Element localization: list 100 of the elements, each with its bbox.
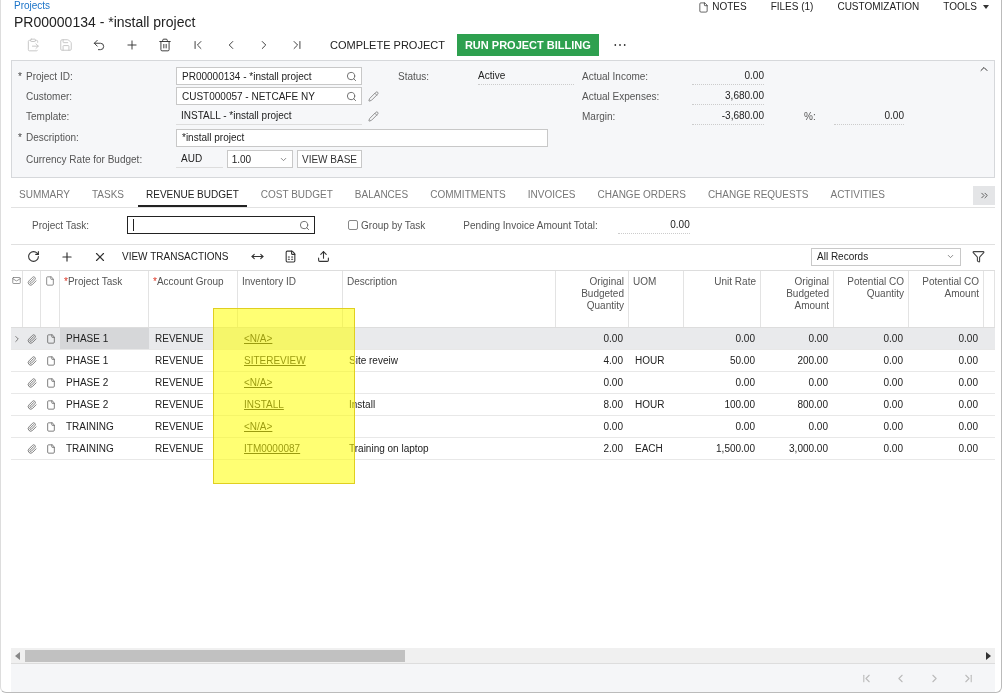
paperclip-icon[interactable] <box>27 333 37 344</box>
records-dropdown[interactable]: All Records <box>811 247 961 266</box>
table-cell: 8.00 <box>603 399 623 410</box>
upload-icon <box>316 250 330 263</box>
column-header[interactable]: Description <box>343 271 556 327</box>
breadcrumb-link[interactable]: Projects <box>14 0 196 11</box>
page-title: PR00000134 - *install project <box>14 13 196 31</box>
table-cell: REVENUE <box>155 377 204 388</box>
tab[interactable]: COST BUDGET <box>252 184 341 207</box>
paperclip-icon[interactable] <box>27 421 37 432</box>
table-cell: 1,500.00 <box>716 443 755 454</box>
column-header[interactable]: Potential CO Quantity <box>834 271 909 327</box>
table-cell: 800.00 <box>797 399 828 410</box>
plus-icon <box>59 249 74 264</box>
view-transactions-button[interactable]: VIEW TRANSACTIONS <box>116 251 235 262</box>
field-label: Currency Rate for Budget: <box>26 153 144 165</box>
header-link[interactable]: TOOLS <box>943 1 989 13</box>
column-header[interactable]: *Account Group <box>149 271 238 327</box>
paperclip-icon[interactable] <box>27 443 37 454</box>
table-cell: 200.00 <box>797 355 828 366</box>
mail-icon <box>12 276 21 285</box>
table-cell: TRAINING <box>66 421 114 432</box>
table-cell: 0.00 <box>958 443 978 454</box>
status-value: Active <box>478 67 574 85</box>
tab[interactable]: CHANGE REQUESTS <box>699 184 817 207</box>
toolbar-button[interactable]: COMPLETE PROJECT <box>322 34 453 56</box>
document-icon[interactable] <box>45 355 56 366</box>
field-label: Project ID: <box>26 70 74 82</box>
lookup-field[interactable]: CUST000057 - NETCAFE NY <box>176 87 362 105</box>
tab[interactable]: TASKS <box>83 184 132 207</box>
table-cell: 0.00 <box>603 421 623 432</box>
table-cell: 0.00 <box>808 377 828 388</box>
table-cell: 0.00 <box>883 377 903 388</box>
pencil-icon[interactable] <box>368 110 379 122</box>
table-cell: 0.00 <box>958 377 978 388</box>
more-button[interactable]: ⋯ <box>606 36 633 54</box>
field-label: Pending Invoice Amount Total: <box>463 219 598 231</box>
document-icon[interactable] <box>45 377 56 388</box>
table-cell: REVENUE <box>155 355 204 366</box>
tab[interactable]: INVOICES <box>519 184 584 207</box>
project-task-field[interactable] <box>127 216 316 234</box>
table-cell: 0.00 <box>735 377 755 388</box>
tab[interactable]: BALANCES <box>346 184 417 207</box>
column-header[interactable]: Unit Rate <box>684 271 761 327</box>
table-cell: HOUR <box>635 355 665 366</box>
required-mark: * <box>18 132 23 143</box>
field-label: Customer: <box>26 90 74 102</box>
more-tabs-button[interactable] <box>973 186 995 205</box>
tab[interactable]: REVENUE BUDGET <box>138 184 247 207</box>
column-header[interactable]: Original Budgeted Amount <box>761 271 834 327</box>
spreadsheet-icon <box>283 250 297 263</box>
field-label: Status: <box>398 70 431 82</box>
search-icon <box>299 219 311 231</box>
column-header[interactable]: Potential CO Amount <box>909 271 984 327</box>
table-cell: PHASE 2 <box>66 399 109 410</box>
table-cell: 0.00 <box>958 399 978 410</box>
group-by-task-checkbox[interactable]: Group by Task <box>348 219 426 231</box>
description-field[interactable]: *install project <box>176 128 548 147</box>
lookup-field[interactable]: PR00000134 - *install project <box>176 67 362 85</box>
table-cell: 0.00 <box>603 333 623 344</box>
table-cell: EACH <box>635 443 663 454</box>
column-header[interactable]: *Project Task <box>60 271 149 327</box>
pencil-icon[interactable] <box>368 90 379 102</box>
table-cell: REVENUE <box>155 333 204 344</box>
header-link[interactable]: FILES (1) <box>770 1 814 13</box>
column-header[interactable]: Original Budgeted Quantity <box>556 271 629 327</box>
document-icon <box>698 1 710 13</box>
tab[interactable]: ACTIVITIES <box>822 184 893 207</box>
table-cell: 0.00 <box>808 333 828 344</box>
tab[interactable]: CHANGE ORDERS <box>589 184 694 207</box>
table-cell: PHASE 1 <box>66 355 109 366</box>
header-link[interactable]: NOTES <box>698 1 747 13</box>
filter-icon <box>971 250 985 263</box>
document-icon[interactable] <box>45 443 56 454</box>
paperclip-icon[interactable] <box>27 377 37 388</box>
table-cell: 0.00 <box>958 421 978 432</box>
document-icon[interactable] <box>45 421 56 432</box>
view-base-button[interactable]: VIEW BASE <box>297 150 362 168</box>
column-header[interactable]: Inventory ID <box>238 271 343 327</box>
table-cell: HOUR <box>635 399 665 410</box>
table-cell: 50.00 <box>729 355 755 366</box>
template-value: INSTALL - *install project <box>176 107 362 125</box>
trash-icon <box>157 38 172 52</box>
tab[interactable]: SUMMARY <box>11 184 78 207</box>
column-header[interactable]: UOM <box>629 271 684 327</box>
document-icon[interactable] <box>45 399 56 410</box>
field-label: Template: <box>26 110 71 122</box>
currency-value: AUD <box>176 150 223 168</box>
table-cell: 4.00 <box>603 355 623 366</box>
rate-dropdown[interactable]: 1.00 <box>226 150 293 168</box>
document-icon[interactable] <box>45 333 56 344</box>
horizontal-scrollbar[interactable] <box>11 648 995 664</box>
paperclip-icon[interactable] <box>27 355 37 366</box>
header-link[interactable]: CUSTOMIZATION <box>837 1 920 13</box>
tab[interactable]: COMMITMENTS <box>422 184 514 207</box>
field-label: Actual Income: <box>582 70 650 82</box>
amount-value: -3,680.00 <box>692 107 764 125</box>
amount-value: 0.00 <box>617 216 690 234</box>
paperclip-icon[interactable] <box>27 399 37 410</box>
field-label: Description: <box>26 132 80 143</box>
